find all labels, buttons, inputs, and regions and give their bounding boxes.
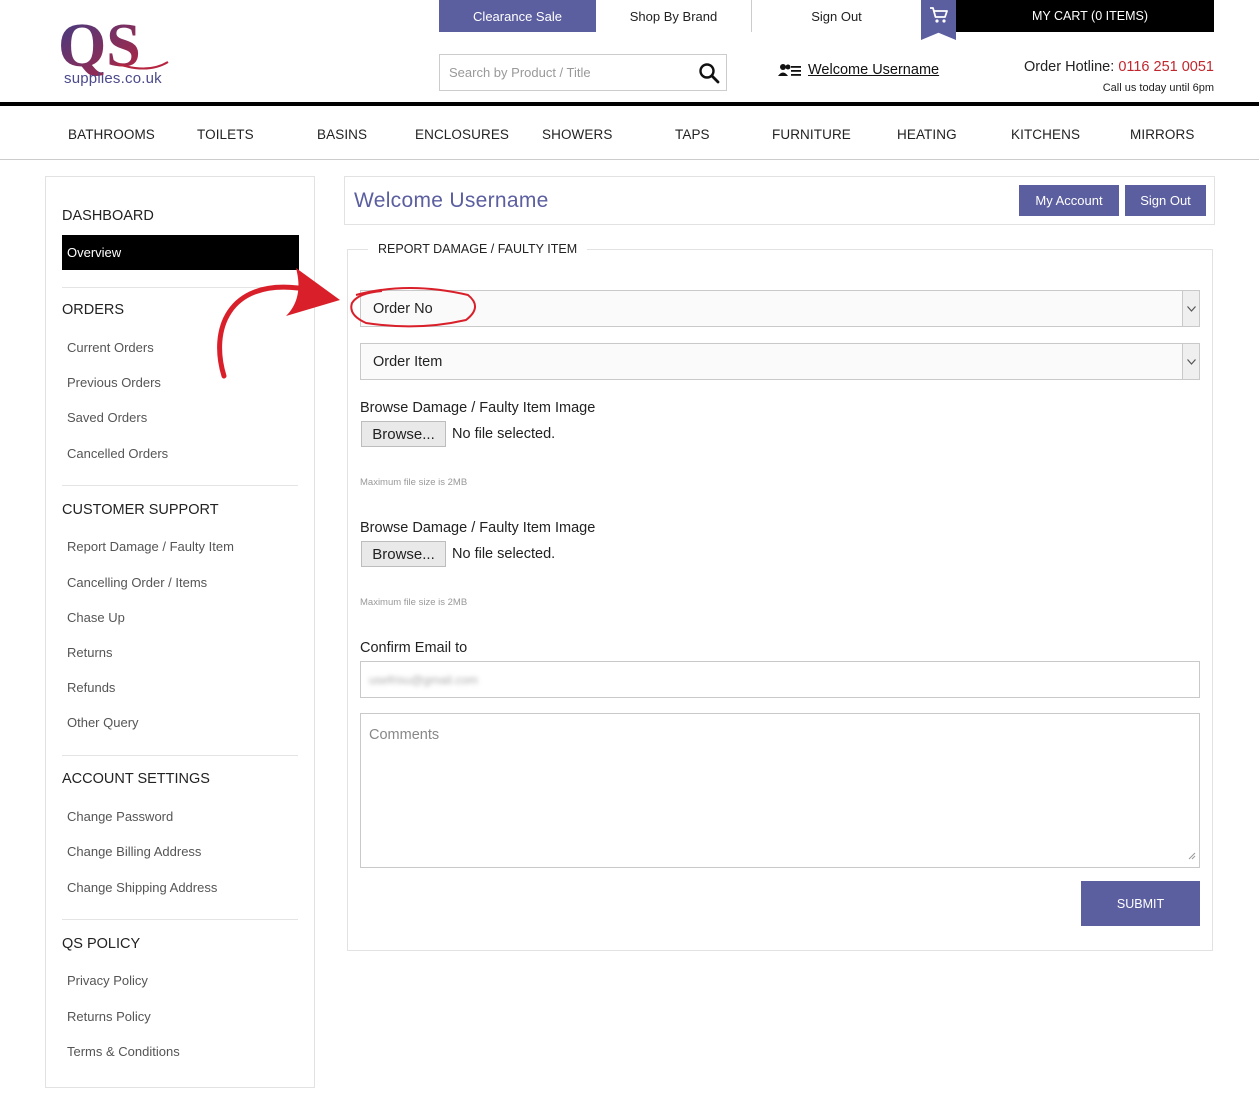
resize-grip-icon[interactable] (1187, 848, 1196, 864)
sidebar-divider (62, 287, 298, 288)
sidebar-item-change-password[interactable]: Change Password (67, 809, 173, 824)
image-upload-label: Browse Damage / Faulty Item Image (360, 400, 596, 416)
order-item-value: Order Item (373, 353, 443, 370)
sidebar-item-current-orders[interactable]: Current Orders (67, 340, 154, 355)
search-icon[interactable] (698, 62, 720, 89)
top-nav: Clearance Sale Shop By Brand Sign Out (439, 0, 921, 32)
sidebar-item-terms[interactable]: Terms & Conditions (67, 1044, 180, 1059)
nav-mirrors[interactable]: MIRRORS (1130, 127, 1194, 142)
confirm-email-label: Confirm Email to (360, 640, 468, 656)
qs-logo-mark: QS (58, 14, 169, 76)
search-input[interactable] (440, 65, 690, 80)
max-file-size-hint: Maximum file size is 2MB (360, 597, 468, 608)
no-file-text: No file selected. (452, 546, 556, 562)
max-file-size-hint: Maximum file size is 2MB (360, 477, 468, 488)
comments-placeholder: Comments (369, 727, 440, 743)
header-sign-out-link[interactable]: Sign Out (751, 0, 921, 32)
page-title: Welcome Username (354, 189, 549, 212)
logo-text: supplies.co.uk (64, 70, 162, 87)
sidebar-item-saved-orders[interactable]: Saved Orders (67, 410, 147, 425)
my-cart-button[interactable]: MY CART (0 ITEMS) (956, 0, 1214, 32)
sign-out-button[interactable]: Sign Out (1125, 185, 1206, 216)
nav-enclosures[interactable]: ENCLOSURES (415, 127, 509, 142)
order-no-select[interactable]: Order No (360, 290, 1200, 327)
sidebar-item-cancelling-order[interactable]: Cancelling Order / Items (67, 575, 207, 590)
confirm-email-field[interactable]: usefrisu@gmail.com (360, 661, 1200, 698)
hotline-label: Order Hotline: (1024, 59, 1115, 75)
sidebar-item-change-shipping[interactable]: Change Shipping Address (67, 880, 217, 895)
sidebar-divider (62, 485, 298, 486)
sidebar-heading-customer-support: CUSTOMER SUPPORT (62, 502, 219, 518)
nav-taps[interactable]: TAPS (675, 127, 710, 142)
account-sidebar: DASHBOARD Overview ORDERS Current Orders… (45, 176, 315, 1088)
email-value: usefrisu@gmail.com (369, 672, 478, 687)
nav-furniture[interactable]: FURNITURE (772, 127, 851, 142)
comments-textarea[interactable]: Comments (360, 713, 1200, 868)
welcome-link-text: Welcome Username (808, 62, 940, 78)
sidebar-heading-orders: ORDERS (62, 302, 125, 318)
user-list-icon (778, 64, 801, 76)
my-account-button[interactable]: My Account (1019, 185, 1119, 216)
sidebar-item-privacy-policy[interactable]: Privacy Policy (67, 973, 148, 988)
nav-kitchens[interactable]: KITCHENS (1011, 127, 1080, 142)
order-hotline: Order Hotline: 0116 251 0051 (1024, 59, 1214, 75)
sidebar-item-change-billing[interactable]: Change Billing Address (67, 844, 201, 859)
sidebar-item-chase-up[interactable]: Chase Up (67, 610, 125, 625)
sidebar-item-returns[interactable]: Returns (67, 645, 113, 660)
nav-showers[interactable]: SHOWERS (542, 127, 612, 142)
category-nav: BATHROOMS TOILETS BASINS ENCLOSURES SHOW… (0, 106, 1259, 160)
report-damage-form: REPORT DAMAGE / FAULTY ITEM Order No Ord… (347, 242, 1213, 951)
sidebar-item-report-damage[interactable]: Report Damage / Faulty Item (67, 539, 234, 554)
sidebar-item-other-query[interactable]: Other Query (67, 715, 139, 730)
shop-by-brand-link[interactable]: Shop By Brand (596, 0, 751, 32)
browse-button[interactable]: Browse... (361, 421, 446, 447)
search-box (439, 54, 727, 91)
sidebar-item-refunds[interactable]: Refunds (67, 680, 115, 695)
hotline-number[interactable]: 0116 251 0051 (1118, 59, 1214, 75)
nav-toilets[interactable]: TOILETS (197, 127, 254, 142)
welcome-panel: Welcome Username My Account Sign Out (344, 176, 1215, 225)
no-file-text: No file selected. (452, 426, 556, 442)
nav-basins[interactable]: BASINS (317, 127, 367, 142)
chevron-down-icon (1182, 291, 1199, 326)
sidebar-item-overview[interactable]: Overview (62, 235, 299, 270)
submit-button[interactable]: SUBMIT (1081, 881, 1200, 926)
form-title: REPORT DAMAGE / FAULTY ITEM (368, 242, 588, 256)
nav-heating[interactable]: HEATING (897, 127, 957, 142)
order-no-value: Order No (373, 300, 433, 317)
clearance-sale-link[interactable]: Clearance Sale (439, 0, 596, 32)
cart-icon (929, 7, 948, 23)
sidebar-heading-qs-policy: QS POLICY (62, 936, 141, 952)
sidebar-item-previous-orders[interactable]: Previous Orders (67, 375, 161, 390)
sidebar-heading-dashboard: DASHBOARD (62, 208, 154, 224)
hotline-hours: Call us today until 6pm (1102, 82, 1214, 94)
image-upload-label: Browse Damage / Faulty Item Image (360, 520, 596, 536)
sidebar-divider (62, 755, 298, 756)
sidebar-divider (62, 919, 298, 920)
chevron-down-icon (1182, 344, 1199, 379)
cart-icon-badge[interactable] (921, 0, 956, 40)
browse-button[interactable]: Browse... (361, 541, 446, 567)
sidebar-item-cancelled-orders[interactable]: Cancelled Orders (67, 446, 168, 461)
sidebar-item-returns-policy[interactable]: Returns Policy (67, 1009, 151, 1024)
site-logo[interactable]: QS supplies.co.uk (58, 14, 170, 92)
nav-bathrooms[interactable]: BATHROOMS (68, 127, 155, 142)
sidebar-heading-account-settings: ACCOUNT SETTINGS (62, 771, 210, 787)
header-welcome-link[interactable]: Welcome Username (778, 62, 939, 78)
order-item-select[interactable]: Order Item (360, 343, 1200, 380)
